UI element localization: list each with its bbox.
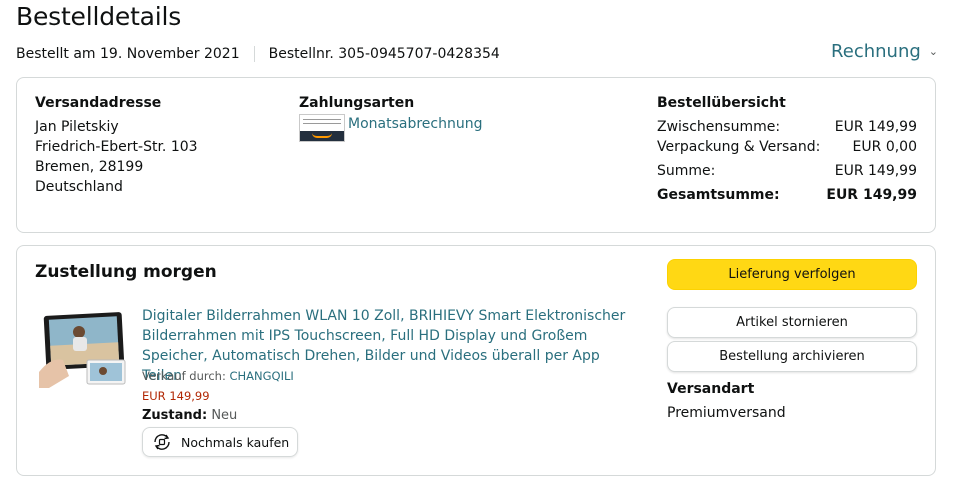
payment-methods-title: Zahlungsarten <box>299 95 415 111</box>
shipping-cost-row: Verpackung & Versand: EUR 0,00 <box>657 137 917 157</box>
shipping-method-label: Versandart <box>667 381 755 397</box>
shipping-address-title: Versandadresse <box>35 95 162 111</box>
track-delivery-button[interactable]: Lieferung verfolgen <box>667 259 917 290</box>
meta-divider <box>253 46 255 62</box>
chevron-down-icon: ⌄ <box>928 45 938 58</box>
subtotal-row: Zwischensumme: EUR 149,99 <box>657 117 917 137</box>
order-summary-box: Versandadresse Jan Piletskiy Friedrich-E… <box>16 77 936 233</box>
order-date: Bestellt am 19. November 2021 <box>16 46 240 62</box>
page-title: Bestelldetails <box>16 2 182 31</box>
condition-value: Neu <box>211 408 238 423</box>
track-delivery-label: Lieferung verfolgen <box>728 267 856 282</box>
rebuy-label: Nochmals kaufen <box>181 434 290 450</box>
invoice-label: Rechnung <box>831 41 921 62</box>
grand-total-value: EUR 149,99 <box>826 187 917 203</box>
grand-total-label: Gesamtsumme: <box>657 187 780 203</box>
seller-info: Verkauf durch: CHANGQILI <box>142 369 294 383</box>
shipping-cost-value: EUR 0,00 <box>852 139 917 155</box>
payment-method-row: Monatsabrechnung <box>299 114 482 142</box>
shipping-cost-label: Verpackung & Versand: <box>657 139 821 155</box>
address-line: Bremen, 28199 <box>35 159 144 175</box>
seller-prefix: Verkauf durch: <box>142 369 226 383</box>
order-number: Bestellnr. 305-0945707-0428354 <box>268 46 500 62</box>
address-line: Jan Piletskiy <box>35 119 119 135</box>
product-price: EUR 149,99 <box>142 389 210 403</box>
seller-link[interactable]: CHANGQILI <box>229 369 293 383</box>
address-line: Deutschland <box>35 179 123 195</box>
archive-order-button[interactable]: Bestellung archivieren <box>667 341 917 372</box>
sum-label: Summe: <box>657 163 716 179</box>
sum-value: EUR 149,99 <box>834 163 917 179</box>
order-overview-title: Bestellübersicht <box>657 95 786 111</box>
address-line: Friedrich-Ebert-Str. 103 <box>35 139 198 155</box>
product-condition: Zustand: Neu <box>142 408 237 423</box>
shipping-address: Versandadresse Jan Piletskiy Friedrich-E… <box>35 93 198 197</box>
payment-methods: Zahlungsarten Monatsabrechnung <box>299 93 482 142</box>
delivery-box: Zustellung morgen Digitaler Bilderrahmen… <box>16 245 936 476</box>
grand-total-row: Gesamtsumme: EUR 149,99 <box>657 185 917 205</box>
rebuy-icon <box>151 431 173 453</box>
invoice-dropdown[interactable]: Rechnung ⌄ <box>831 41 938 62</box>
product-image[interactable] <box>39 310 129 388</box>
payment-card-icon <box>299 114 345 142</box>
rebuy-button[interactable]: Nochmals kaufen <box>142 427 298 457</box>
sum-row: Summe: EUR 149,99 <box>657 161 917 181</box>
order-overview: Bestellübersicht Zwischensumme: EUR 149,… <box>657 93 917 205</box>
delivery-title: Zustellung morgen <box>35 262 217 282</box>
condition-label: Zustand: <box>142 408 208 423</box>
cancel-item-button[interactable]: Artikel stornieren <box>667 307 917 338</box>
order-meta: Bestellt am 19. November 2021 Bestellnr.… <box>16 46 500 62</box>
payment-method-link[interactable]: Monatsabrechnung <box>348 114 482 134</box>
cancel-item-label: Artikel stornieren <box>736 315 848 330</box>
archive-order-label: Bestellung archivieren <box>719 349 865 364</box>
subtotal-label: Zwischensumme: <box>657 119 781 135</box>
subtotal-value: EUR 149,99 <box>834 119 917 135</box>
shipping-method-value: Premiumversand <box>667 405 786 421</box>
